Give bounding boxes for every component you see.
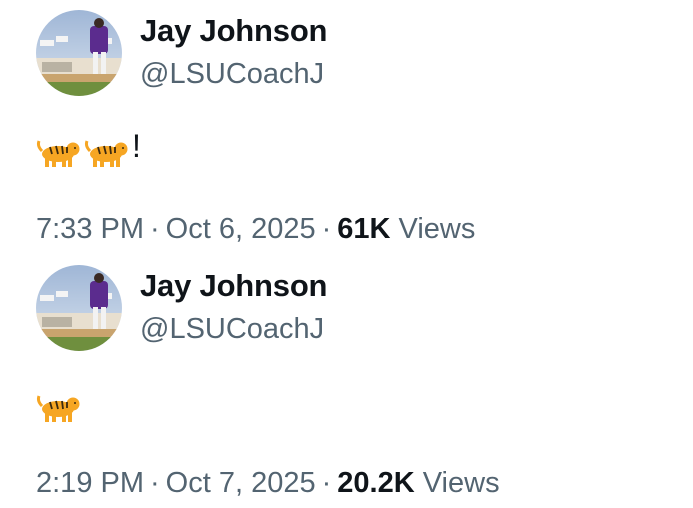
tweet-text: [36, 388, 84, 428]
avatar[interactable]: [36, 265, 122, 351]
avatar[interactable]: [36, 10, 122, 96]
author-name[interactable]: Jay Johnson: [140, 268, 327, 304]
separator: ·: [321, 213, 332, 245]
separator: ·: [321, 467, 332, 499]
author-handle[interactable]: @LSUCoachJ: [140, 58, 324, 91]
tiger-icon: [36, 392, 82, 424]
tiger-icon: [36, 137, 82, 169]
views-count: 20.2K: [337, 467, 415, 499]
tiger-icon: [84, 137, 130, 169]
author-handle[interactable]: @LSUCoachJ: [140, 313, 324, 346]
views-label: Views: [398, 213, 476, 245]
views-label: Views: [422, 467, 500, 499]
tweet-text-suffix: !: [132, 128, 141, 164]
tweet-meta: 2:19 PM · Oct 7, 2025 · 20.2K Views: [36, 467, 500, 500]
tweet-date[interactable]: Oct 7, 2025: [166, 467, 316, 499]
tweet-date[interactable]: Oct 6, 2025: [166, 213, 316, 245]
separator: ·: [150, 467, 160, 499]
author-name[interactable]: Jay Johnson: [140, 13, 327, 49]
views-count: 61K: [337, 213, 391, 245]
tweet-meta: 7:33 PM · Oct 6, 2025 · 61K Views: [36, 213, 475, 246]
tweet-time[interactable]: 2:19 PM: [36, 467, 144, 499]
separator: ·: [150, 213, 160, 245]
tweet-time[interactable]: 7:33 PM: [36, 213, 144, 245]
tweet-text: !: [36, 128, 141, 173]
